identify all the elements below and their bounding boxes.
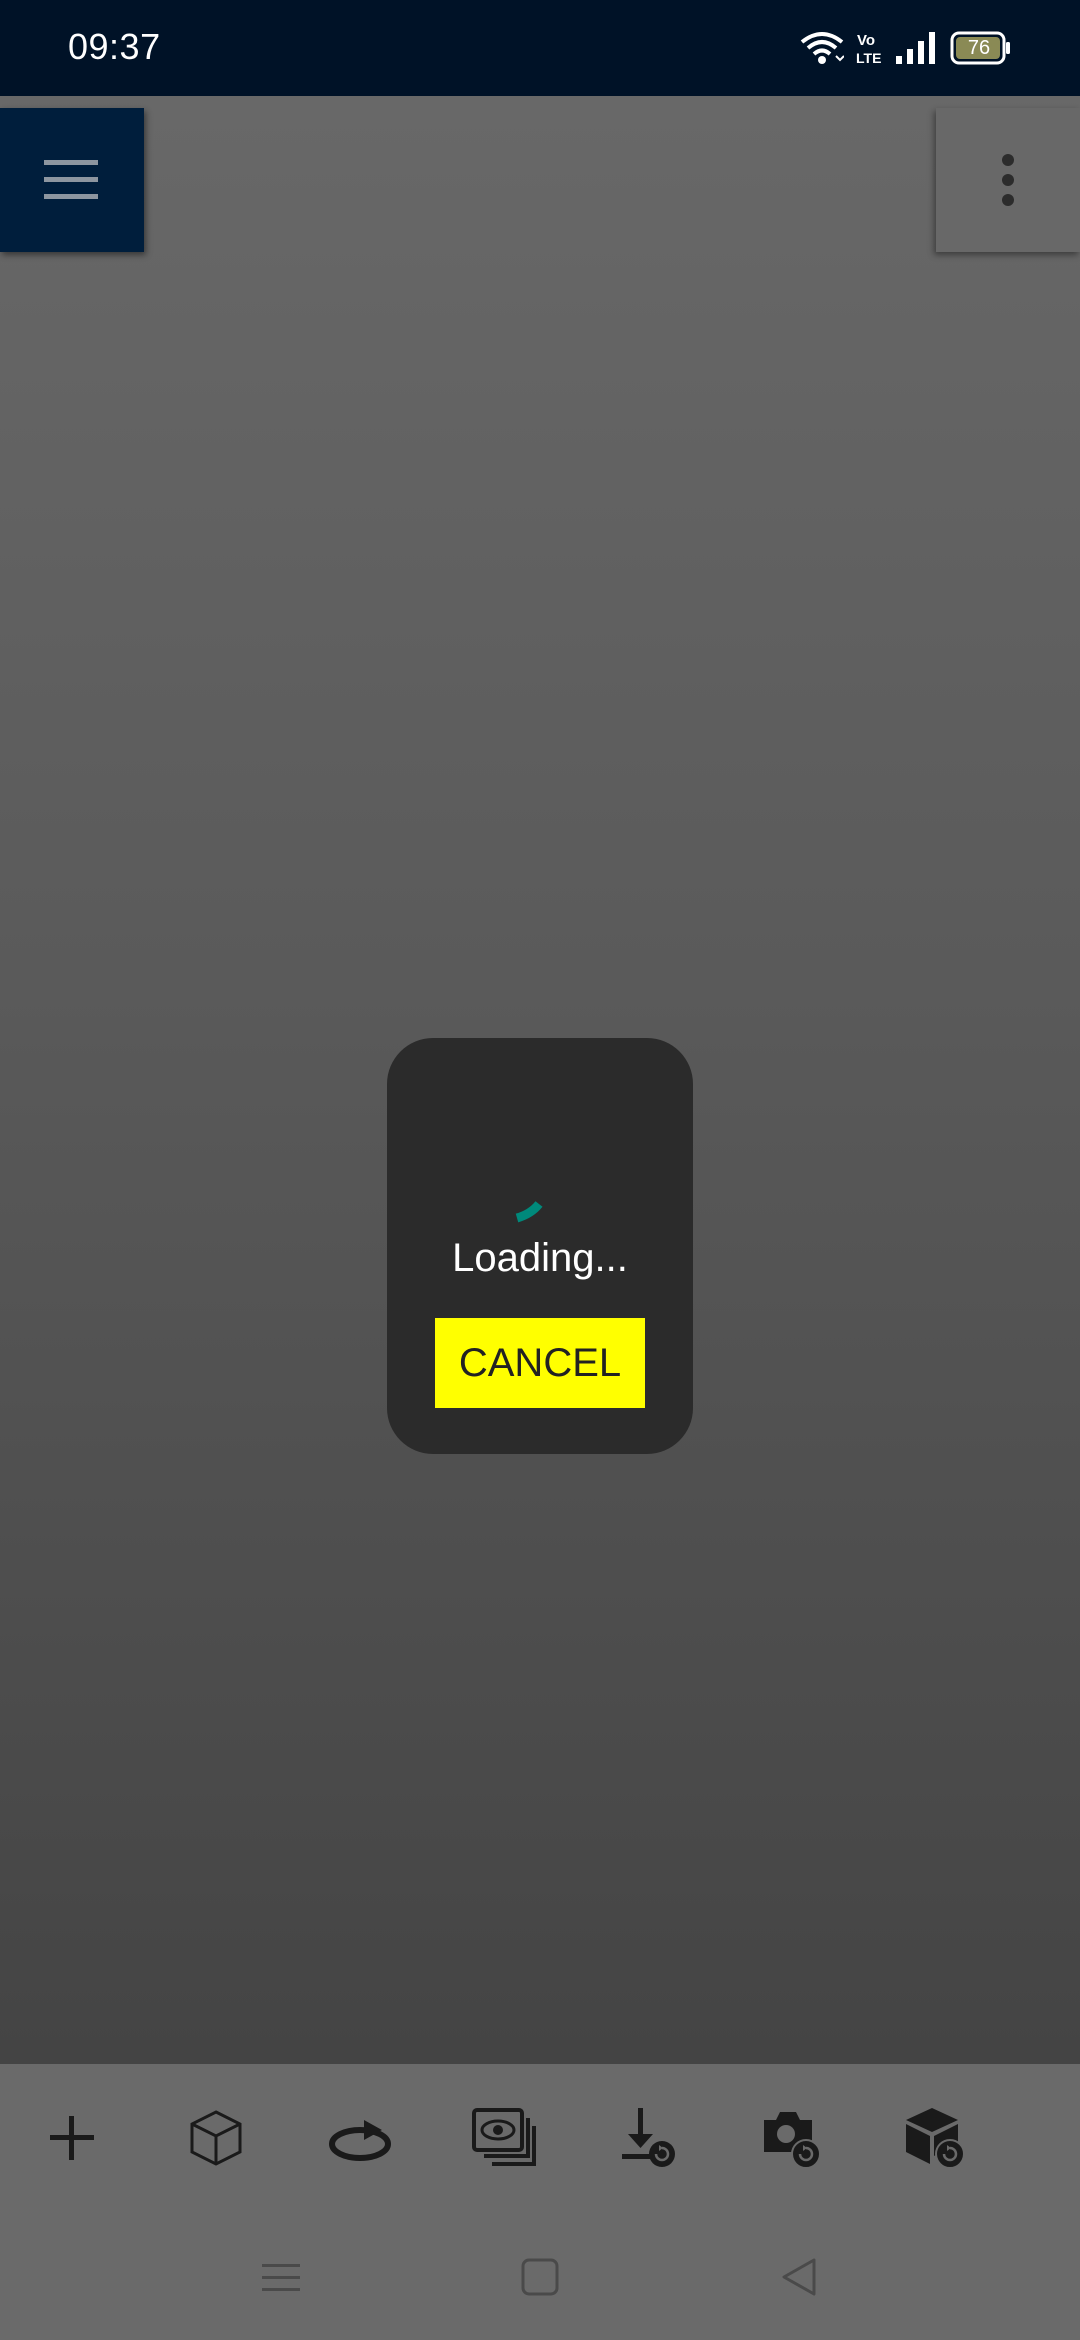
viewport-canvas[interactable]: Loading... CANCEL [0,96,1080,2064]
cancel-button[interactable]: CANCEL [435,1318,645,1408]
download-reset-button[interactable] [596,2086,700,2190]
cube-reset-icon [906,2108,965,2169]
status-time: 09:37 [68,26,161,67]
download-reset-icon [622,2108,675,2167]
recents-icon [262,2264,300,2291]
recents-button[interactable] [246,2242,316,2312]
view-layers-button[interactable] [452,2086,556,2190]
loading-dialog: Loading... CANCEL [387,1038,693,1454]
volte-icon: Vo LTE [855,30,883,71]
signal-icon [894,30,938,71]
bottom-toolbar [0,2064,1080,2212]
loading-spinner-icon [515,1201,543,1223]
camera-reset-icon [764,2112,821,2169]
rotate-button[interactable] [308,2086,412,2190]
more-vert-icon [1002,154,1014,206]
menu-button[interactable] [0,108,144,252]
svg-text:Vo: Vo [857,32,875,49]
add-button[interactable] [20,2086,124,2190]
battery-level: 76 [967,37,991,59]
add-icon [50,2116,94,2160]
status-bar: 09:37 Vo LTE 76 [0,0,1080,96]
camera-reset-button[interactable] [740,2086,844,2190]
wifi-icon [800,30,845,71]
svg-text:LTE: LTE [856,50,881,66]
overflow-menu-button[interactable] [936,108,1080,252]
hamburger-menu-icon [44,160,98,199]
view-layers-icon [472,2108,536,2166]
back-icon [782,2258,816,2296]
back-button[interactable] [764,2242,834,2312]
navigation-bar [0,2212,1080,2340]
loading-text: Loading... [452,1236,628,1280]
cube-button[interactable] [164,2086,268,2190]
home-icon [521,2258,559,2296]
cube-icon [190,2110,242,2166]
home-button[interactable] [505,2242,575,2312]
cube-reset-button[interactable] [884,2086,988,2190]
app-screen: 09:37 Vo LTE 76 Loading... CANCEL [0,0,1080,2340]
rotate-icon [329,2120,391,2161]
